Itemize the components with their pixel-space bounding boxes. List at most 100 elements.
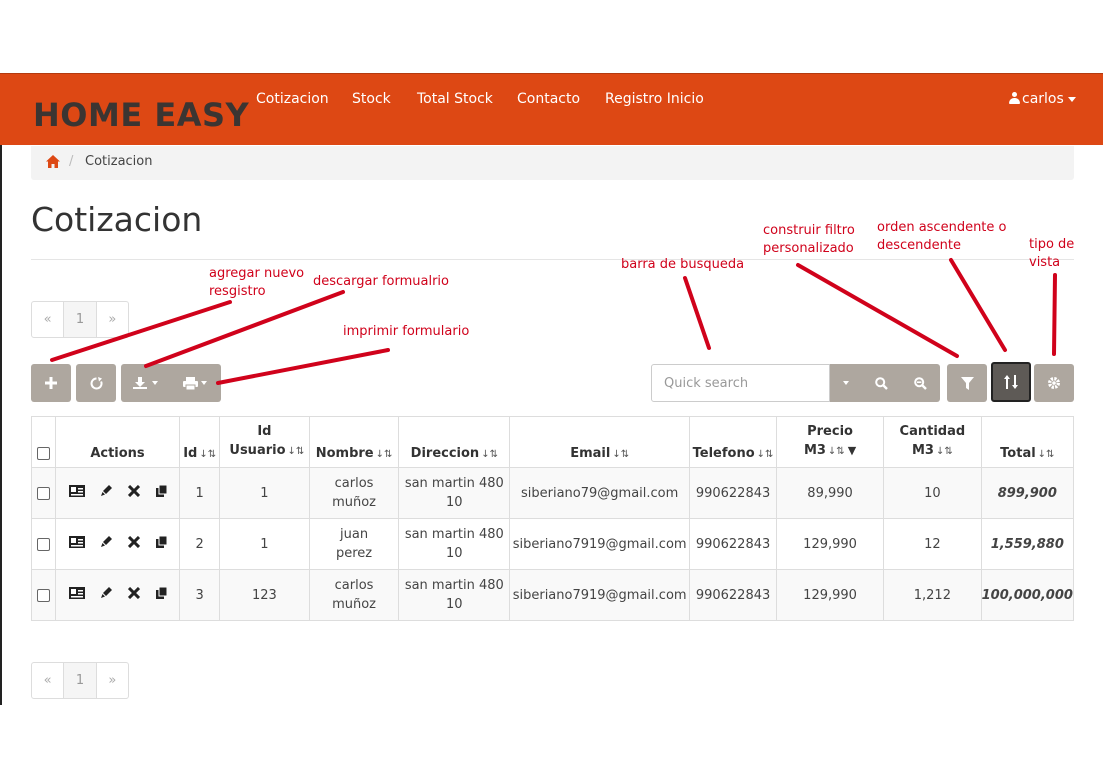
pagination-prev[interactable]: « xyxy=(32,302,63,337)
edit-pencil-icon[interactable] xyxy=(100,484,112,497)
nav-total-stock[interactable]: Total Stock xyxy=(417,91,493,107)
row-actions xyxy=(68,535,167,548)
cell-cantidad: 12 xyxy=(883,518,982,570)
sort-icon: ↓⇅ xyxy=(612,449,630,460)
cell-cantidad: 1,212 xyxy=(883,569,982,621)
cell-telefono: 990622843 xyxy=(689,518,777,570)
cell-precio: 129,990 xyxy=(775,569,885,621)
column-header-total[interactable]: Total ↓⇅ xyxy=(980,416,1075,468)
row-actions-cell xyxy=(54,518,181,570)
nav-stock[interactable]: Stock xyxy=(352,91,391,107)
row-actions-cell xyxy=(54,569,181,621)
cell-direccion: san martin 480 10 xyxy=(398,518,511,570)
row-checkbox[interactable] xyxy=(36,486,50,500)
cell-email: siberiano79@gmail.com xyxy=(509,467,691,519)
select-all-checkbox[interactable] xyxy=(36,447,50,460)
sort-icon: ↓⇅ xyxy=(375,449,393,460)
delete-x-icon[interactable] xyxy=(127,586,140,599)
row-select-cell xyxy=(31,518,56,570)
cell-telefono: 990622843 xyxy=(689,467,777,519)
column-header-nombre[interactable]: Nombre ↓⇅ xyxy=(308,416,400,468)
brand-logo[interactable]: HOME EASY xyxy=(33,96,249,134)
edit-pencil-icon[interactable] xyxy=(100,535,112,548)
pagination-next[interactable]: » xyxy=(97,302,128,337)
column-header-cantidad[interactable]: Cantidad M3 ↓⇅ xyxy=(883,416,982,468)
user-icon xyxy=(1009,92,1020,104)
annotation-imprimir: imprimir formulario xyxy=(343,324,470,339)
row-actions xyxy=(68,484,167,497)
pagination-page[interactable]: 1 xyxy=(63,302,97,337)
export-icon xyxy=(132,377,147,389)
table-header: Actions Id ↓⇅ Id Usuario ↓⇅ Nombre ↓⇅ Direc… xyxy=(31,416,1075,468)
print-button[interactable] xyxy=(169,364,221,402)
column-header-id-usuario[interactable]: Id Usuario ↓⇅ xyxy=(219,416,310,468)
search-input[interactable] xyxy=(651,364,830,402)
table-row[interactable]: 1 1 carlos muñoz san martin 480 10 siberiano… xyxy=(31,467,1075,519)
nav-contacto[interactable]: Contacto xyxy=(517,91,580,107)
breadcrumb-current: Cotizacion xyxy=(85,154,153,169)
search-options-button[interactable] xyxy=(830,364,862,402)
view-card-icon[interactable] xyxy=(68,484,85,497)
column-header-email[interactable]: Email ↓⇅ xyxy=(509,416,691,468)
cell-nombre: carlos muñoz xyxy=(308,569,400,621)
column-header-direccion[interactable]: Direccion ↓⇅ xyxy=(398,416,511,468)
user-name: carlos xyxy=(1022,91,1064,107)
cell-precio: 89,990 xyxy=(775,467,885,519)
cell-precio: 129,990 xyxy=(775,518,885,570)
home-icon[interactable] xyxy=(46,155,60,168)
column-header-telefono[interactable]: Telefono ↓⇅ xyxy=(689,416,777,468)
cell-email: siberiano7919@gmail.com xyxy=(509,569,691,621)
clear-search-button[interactable] xyxy=(900,364,940,402)
refresh-button[interactable] xyxy=(76,364,116,402)
cell-id-usuario: 123 xyxy=(219,569,310,621)
copy-icon[interactable] xyxy=(155,535,167,548)
edit-pencil-icon[interactable] xyxy=(100,586,112,599)
sort-icon: ↓⇅ xyxy=(756,449,774,460)
row-checkbox[interactable] xyxy=(36,537,50,551)
add-record-button[interactable] xyxy=(31,364,71,402)
delete-x-icon[interactable] xyxy=(127,484,140,497)
cell-total: 899,900 xyxy=(980,467,1075,519)
custom-filter-button[interactable] xyxy=(947,364,987,402)
filter-icon xyxy=(960,376,974,390)
divider xyxy=(31,259,1074,260)
view-type-button[interactable] xyxy=(1034,364,1074,402)
pagination-prev[interactable]: « xyxy=(32,663,63,698)
user-menu[interactable]: carlos xyxy=(1009,91,1076,107)
row-actions xyxy=(68,586,167,599)
cell-direccion: san martin 480 10 xyxy=(398,569,511,621)
view-card-icon[interactable] xyxy=(68,586,85,599)
sort-order-button[interactable] xyxy=(991,362,1031,402)
annotation-agregar: agregar nuevo resgistro xyxy=(209,266,305,299)
page-title: Cotizacion xyxy=(31,200,203,239)
cell-telefono: 990622843 xyxy=(689,569,777,621)
column-header-id[interactable]: Id ↓⇅ xyxy=(179,416,221,468)
nav-cotizacion[interactable]: Cotizacion xyxy=(256,91,329,107)
copy-icon[interactable] xyxy=(155,586,167,599)
cell-cantidad: 10 xyxy=(883,467,982,519)
view-card-icon[interactable] xyxy=(68,535,85,548)
cell-total: 1,559,880 xyxy=(980,518,1075,570)
cell-email: siberiano7919@gmail.com xyxy=(509,518,691,570)
pagination-next[interactable]: » xyxy=(97,663,128,698)
search-button[interactable] xyxy=(862,364,900,402)
row-select-cell xyxy=(31,569,56,621)
cell-nombre: carlos muñoz xyxy=(308,467,400,519)
delete-x-icon[interactable] xyxy=(127,535,140,548)
pagination-page[interactable]: 1 xyxy=(63,663,97,698)
sort-icon: ↓⇅ xyxy=(935,446,953,457)
sort-icon: ↓⇅ xyxy=(199,449,217,460)
column-header-precio[interactable]: Precio M3 ↓⇅ ▼ xyxy=(775,416,885,468)
annotation-barra: barra de busqueda xyxy=(621,257,745,272)
gear-icon xyxy=(1047,376,1061,390)
nav-registro-inicio[interactable]: Registro Inicio xyxy=(605,91,704,107)
export-button[interactable] xyxy=(121,364,169,402)
row-checkbox[interactable] xyxy=(36,588,50,602)
table-row[interactable]: 3 123 carlos muñoz san martin 480 10 siberia… xyxy=(31,569,1075,621)
zoom-out-icon xyxy=(913,376,927,390)
copy-icon[interactable] xyxy=(155,484,167,497)
pagination-bottom: « 1 » xyxy=(31,662,129,699)
select-all-cell xyxy=(31,416,56,468)
table-row[interactable]: 2 1 juan perez san martin 480 10 siberiano79… xyxy=(31,518,1075,570)
print-icon xyxy=(183,376,198,390)
